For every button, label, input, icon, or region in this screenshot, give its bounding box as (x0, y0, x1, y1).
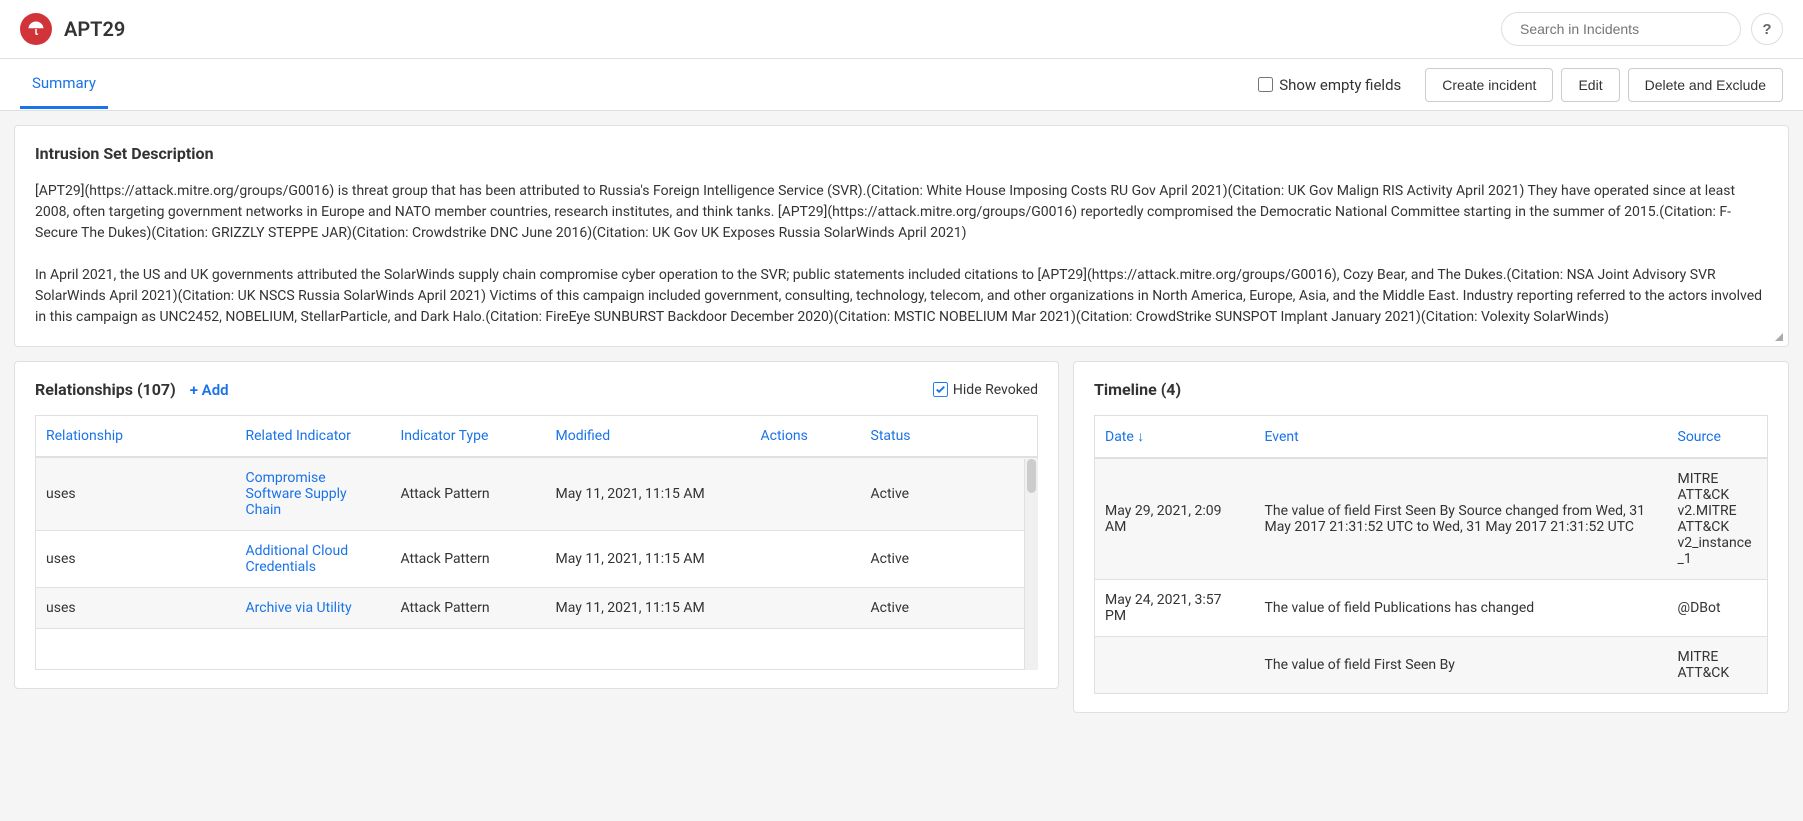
col-related-indicator[interactable]: Related Indicator (236, 416, 391, 458)
cell-event: The value of field First Seen By Source … (1255, 458, 1668, 580)
description-body: [APT29](https://attack.mitre.org/groups/… (35, 181, 1768, 328)
cell-event: The value of field Publications has chan… (1255, 580, 1668, 637)
cell-related-indicator[interactable]: Compromise Software Supply Chain (236, 457, 391, 531)
cell-modified: May 11, 2021, 11:15 AM (546, 457, 751, 531)
table-row (36, 629, 1038, 670)
cell-date: May 29, 2021, 2:09 AM (1095, 458, 1255, 580)
delete-exclude-button[interactable]: Delete and Exclude (1628, 68, 1783, 102)
col-status[interactable]: Status (861, 416, 1038, 458)
relationships-scrollbar[interactable] (1024, 459, 1038, 670)
table-row[interactable]: usesAdditional Cloud CredentialsAttack P… (36, 531, 1038, 588)
cell-actions (751, 457, 861, 531)
col-modified[interactable]: Modified (546, 416, 751, 458)
table-row[interactable]: May 29, 2021, 2:09 AMThe value of field … (1095, 458, 1768, 580)
cell-status: Active (861, 531, 1038, 588)
cell-source: @DBot (1668, 580, 1768, 637)
description-title: Intrusion Set Description (35, 144, 1768, 163)
cell-date: May 24, 2021, 3:57 PM (1095, 580, 1255, 637)
show-empty-label: Show empty fields (1279, 76, 1401, 94)
table-row[interactable]: usesCompromise Software Supply ChainAtta… (36, 457, 1038, 531)
hide-revoked-toggle[interactable]: Hide Revoked (933, 382, 1038, 398)
table-row[interactable]: May 24, 2021, 3:57 PMThe value of field … (1095, 580, 1768, 637)
relationships-table: Relationship Related Indicator Indicator… (35, 415, 1038, 670)
col-date[interactable]: Date (1095, 416, 1255, 459)
table-row[interactable]: usesArchive via UtilityAttack PatternMay… (36, 588, 1038, 629)
cell-relationship: uses (36, 588, 236, 629)
cell-event: The value of field First Seen By (1255, 637, 1668, 694)
cell-related-indicator[interactable]: Additional Cloud Credentials (236, 531, 391, 588)
cell-actions (751, 588, 861, 629)
create-incident-button[interactable]: Create incident (1425, 68, 1553, 102)
cell-status: Active (861, 457, 1038, 531)
checkbox-checked-icon (933, 382, 948, 397)
cell-relationship: uses (36, 531, 236, 588)
show-empty-checkbox[interactable] (1258, 77, 1273, 92)
cell-status: Active (861, 588, 1038, 629)
edit-button[interactable]: Edit (1561, 68, 1619, 102)
cell-indicator-type: Attack Pattern (391, 531, 546, 588)
search-input[interactable] (1501, 12, 1741, 46)
cell-modified: May 11, 2021, 11:15 AM (546, 588, 751, 629)
page-title: APT29 (64, 17, 125, 41)
hide-revoked-label: Hide Revoked (953, 382, 1038, 398)
cell-relationship: uses (36, 457, 236, 531)
table-row[interactable]: The value of field First Seen ByMITRE AT… (1095, 637, 1768, 694)
tab-summary[interactable]: Summary (20, 60, 108, 109)
cell-modified: May 11, 2021, 11:15 AM (546, 531, 751, 588)
relationships-panel: Relationships (107) + Add Hide Revoked R… (14, 361, 1059, 689)
cell-source: MITRE ATT&CK v2.MITRE ATT&CK v2_instance… (1668, 458, 1768, 580)
help-button[interactable]: ? (1751, 13, 1783, 45)
timeline-table: Date Event Source May 29, 2021, 2:09 AMT… (1094, 415, 1768, 694)
cell-indicator-type: Attack Pattern (391, 588, 546, 629)
resize-handle-icon[interactable] (1772, 330, 1786, 344)
cell-date (1095, 637, 1255, 694)
cell-related-indicator[interactable]: Archive via Utility (236, 588, 391, 629)
col-source[interactable]: Source (1668, 416, 1768, 459)
timeline-title: Timeline (4) (1094, 380, 1181, 399)
cell-indicator-type: Attack Pattern (391, 457, 546, 531)
description-panel: Intrusion Set Description [APT29](https:… (14, 125, 1789, 347)
cell-actions (751, 531, 861, 588)
col-actions[interactable]: Actions (751, 416, 861, 458)
add-relationship-button[interactable]: + Add (190, 381, 229, 399)
col-relationship[interactable]: Relationship (36, 416, 236, 458)
umbrella-icon (20, 13, 52, 45)
col-indicator-type[interactable]: Indicator Type (391, 416, 546, 458)
timeline-panel: Timeline (4) Date Event Source May 29, 2… (1073, 361, 1789, 713)
relationships-title: Relationships (107) (35, 380, 176, 399)
subheader-bar: Summary Show empty fields Create inciden… (0, 59, 1803, 111)
show-empty-fields-toggle[interactable]: Show empty fields (1258, 76, 1401, 94)
col-event[interactable]: Event (1255, 416, 1668, 459)
cell-source: MITRE ATT&CK (1668, 637, 1768, 694)
header-bar: APT29 ? (0, 0, 1803, 59)
